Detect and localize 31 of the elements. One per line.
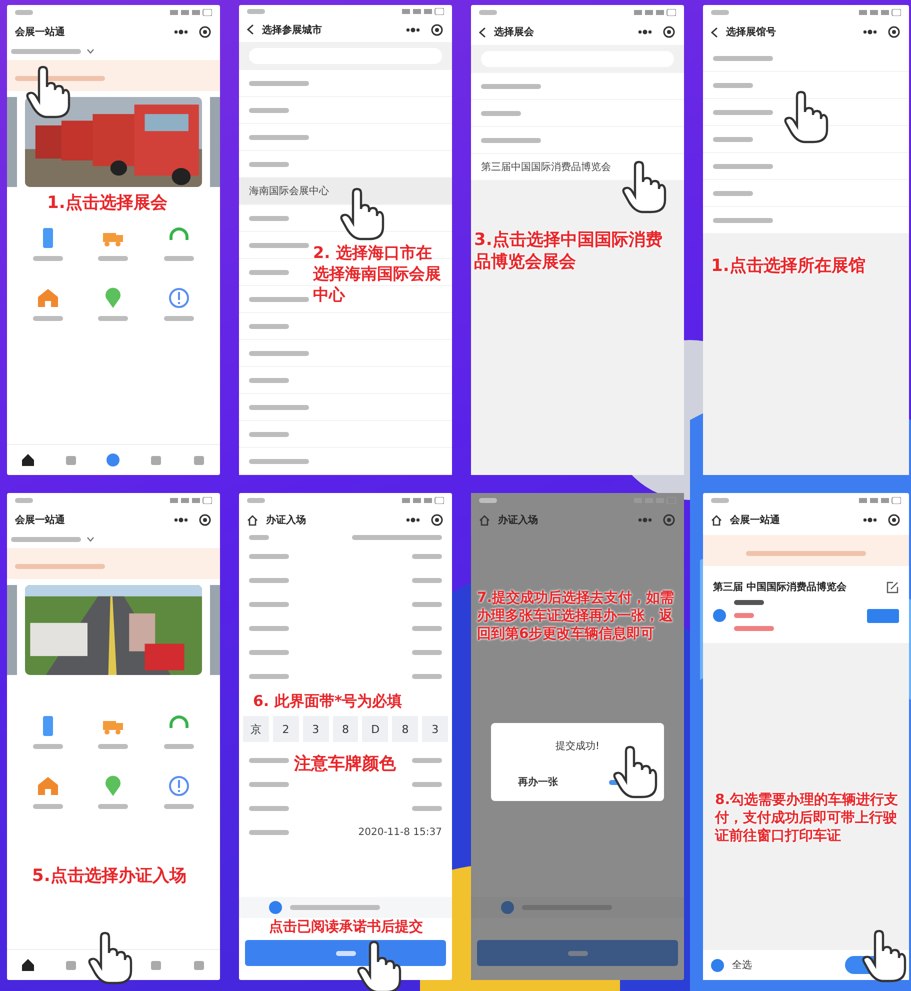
annotation-text: 6. 此界面带*号为必填 <box>253 692 402 712</box>
annotation-text: 7.提交成功后选择去支付，如需办理多张车证选择再办一张，返回到第6步更改车辆信息即可 <box>477 589 676 644</box>
plate-key[interactable]: 8 <box>332 716 358 742</box>
screen-title: 会展一站通 <box>730 514 781 527</box>
annotation-text: 5.点击选择办证入场 <box>32 865 186 888</box>
screen-title: 会展一站通 <box>15 26 66 39</box>
screen-title: 办证入场 <box>498 514 539 527</box>
plate-key[interactable]: 8 <box>392 716 418 742</box>
annotation-text: 点击已阅读承诺书后提交 <box>269 918 423 936</box>
plate-key[interactable]: D <box>362 716 388 742</box>
card-title: 第三届 中国国际消费品博览会 <box>713 580 846 594</box>
list-item[interactable]: 第三届中国国际消费品博览会 <box>481 158 611 176</box>
screen-title: 选择展馆号 <box>726 26 777 39</box>
plate-key[interactable]: 京 <box>243 716 269 742</box>
annotation-text: 1.点击选择所在展馆 <box>711 255 866 278</box>
screen-title: 办证入场 <box>266 514 307 527</box>
dialog-button[interactable]: 再办一张 <box>516 773 560 791</box>
screen-title: 选择展会 <box>494 26 535 39</box>
annotation-text: 注意车牌颜色 <box>294 753 396 776</box>
annotation-text: 2. 选择海口市在选择海南国际会展中心 <box>313 243 442 306</box>
dialog-title: 提交成功! <box>555 740 600 753</box>
date-value: 2020-11-8 15:37 <box>358 826 442 838</box>
annotation-text: 3.点击选择中国国际消费品博览会展会 <box>474 229 664 274</box>
plate-key[interactable]: 3 <box>422 716 448 742</box>
annotation-text: 1.点击选择展会 <box>47 192 168 214</box>
plate-key[interactable]: 3 <box>302 716 329 742</box>
screen-title: 会展一站通 <box>15 514 66 527</box>
plate-key[interactable]: 2 <box>272 716 299 742</box>
select-all-label: 全选 <box>732 958 753 972</box>
screen-title: 选择参展城市 <box>262 23 323 37</box>
annotation-text: 8.勾选需要办理的车辆进行支付，支付成功后即可带上行驶证前往窗口打印车证 <box>715 791 900 846</box>
